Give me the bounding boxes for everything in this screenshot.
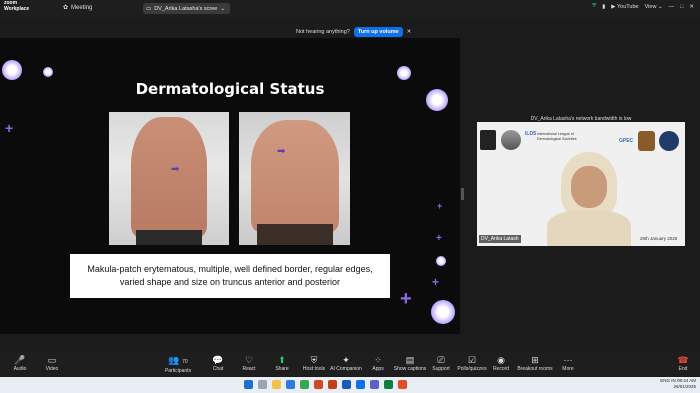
brand-line2: Workplace <box>4 5 30 12</box>
turn-up-volume-button[interactable]: Turn up volume <box>353 27 403 37</box>
file-explorer-icon[interactable] <box>272 380 281 389</box>
participants-label: Participants <box>164 368 192 374</box>
participant-video[interactable]: ILDS International League of Dermatologi… <box>477 122 685 246</box>
time-text: 08:44 AM <box>676 378 696 383</box>
end-button[interactable]: ☎ End <box>663 355 700 372</box>
host-tools-label: Host tools <box>302 366 326 372</box>
people-icon: 👥 70 <box>168 355 188 365</box>
lang-text: ENG <box>660 378 670 383</box>
youtube-label: YouTube <box>616 3 639 10</box>
participant-name-tag: DV_Arika Latash <box>479 235 521 243</box>
slide-caption: Makula-patch erytematous, multiple, well… <box>70 254 390 298</box>
more-button[interactable]: ⋯ More <box>548 355 588 372</box>
screen-share-label: DV_Arika Latasha's scree <box>154 5 218 12</box>
app-icon[interactable] <box>398 380 407 389</box>
minimize-icon[interactable]: — <box>669 4 675 10</box>
region-text: IN <box>671 378 676 383</box>
edge-icon[interactable] <box>286 380 295 389</box>
institution-logo <box>659 131 679 151</box>
face <box>571 166 607 208</box>
participant-count: 70 <box>182 359 188 365</box>
audio-label: Audio <box>13 366 27 372</box>
event-name: International League of Dermatological S… <box>537 132 577 141</box>
zoom-logo: zoom Workplace <box>4 0 30 12</box>
speaker-logo <box>501 130 521 150</box>
search-icon[interactable] <box>258 380 267 389</box>
maximize-icon[interactable]: □ <box>680 4 683 10</box>
word-icon[interactable] <box>342 380 351 389</box>
slide-title: Dermatological Status <box>135 80 325 98</box>
meeting-tab[interactable]: ✿ Meeting <box>63 4 93 12</box>
panel-resize-handle[interactable] <box>461 188 464 200</box>
support-label: Support <box>432 366 450 372</box>
torso-back <box>251 120 339 232</box>
chrome-icon[interactable] <box>300 380 309 389</box>
clock[interactable]: 08:44 AM 26/01/2025 <box>673 378 696 389</box>
arrow-marker-icon: ➡ <box>277 146 286 157</box>
screen-share-pill[interactable]: ▭ DV_Arika Latasha's scree ⌄ <box>143 3 230 14</box>
video-button[interactable]: ▭ Video <box>32 355 72 372</box>
excel-icon[interactable] <box>384 380 393 389</box>
zoom-taskbar-icon[interactable] <box>356 380 365 389</box>
clinical-photo-posterior: ➡ <box>239 112 350 245</box>
shoulders <box>547 210 631 246</box>
share-label: Share <box>275 366 289 372</box>
gpec-logo: GPEC <box>619 138 634 144</box>
plus-decoration-icon: + <box>400 288 412 310</box>
view-button[interactable]: View ⌄ <box>645 4 663 10</box>
system-tray: ENG IN 08:44 AM 26/01/2025 <box>660 378 696 390</box>
university-logo <box>480 130 496 150</box>
virus-decoration-icon <box>397 66 411 80</box>
youtube-control[interactable]: ▶ YouTube <box>611 4 638 10</box>
camera-icon: ▭ <box>47 355 57 365</box>
more-label: More <box>562 366 574 372</box>
start-icon[interactable] <box>244 380 253 389</box>
chat-label: Chat <box>212 366 224 372</box>
screen-icon: ▭ <box>146 5 152 12</box>
virus-decoration-icon <box>2 60 22 80</box>
notification-text: Not hearing anything? <box>296 29 350 35</box>
video-label: Video <box>45 366 59 372</box>
waistband-back <box>257 224 333 245</box>
view-label: View <box>644 3 657 10</box>
powerpoint-icon[interactable] <box>328 380 337 389</box>
plus-decoration-icon: + <box>5 120 14 136</box>
apps-label: Apps <box>372 366 384 372</box>
arrow-marker-icon: ➡ <box>171 164 180 175</box>
plus-decoration-icon: + <box>432 275 440 289</box>
close-icon[interactable]: ✕ <box>689 4 694 10</box>
record-label: Record <box>492 366 510 372</box>
react-label: React <box>242 366 256 372</box>
more-icon: ⋯ <box>563 355 573 365</box>
dismiss-icon[interactable]: ✕ <box>407 29 412 35</box>
virus-decoration-icon <box>436 256 446 266</box>
signal-icon[interactable]: ▮ <box>602 4 605 10</box>
paw-icon: ✿ <box>63 5 69 11</box>
chevron-down-icon: ⌄ <box>220 5 225 12</box>
video-date: 26th January 2025 <box>640 236 678 241</box>
crest-logo <box>638 131 655 151</box>
language-indicator[interactable]: ENG IN <box>660 378 676 383</box>
meeting-label: Meeting <box>71 4 93 11</box>
clinical-photo-anterior: ➡ <box>109 112 229 245</box>
top-right-controls: ⛨ ▮ ▶ YouTube View ⌄ — □ ✕ <box>592 3 694 10</box>
security-shield-icon[interactable]: ⛨ <box>592 3 596 10</box>
waistband-front <box>136 230 202 245</box>
ilds-logo: ILDS <box>525 131 537 137</box>
torso-front <box>131 117 207 237</box>
teams-icon[interactable] <box>370 380 379 389</box>
office-icon[interactable] <box>314 380 323 389</box>
plus-decoration-icon: + <box>437 201 443 211</box>
participants-button[interactable]: 👥 70 Participants <box>158 355 198 374</box>
audio-notification: Not hearing anything? Turn up volume ✕ <box>296 27 411 37</box>
end-call-icon: ☎ <box>677 355 689 365</box>
virus-decoration-icon <box>43 67 53 77</box>
end-label: End <box>678 366 688 372</box>
plus-decoration-icon: + <box>436 233 442 244</box>
virus-decoration-icon <box>431 300 455 324</box>
date-text: 26/01/2025 <box>673 384 696 389</box>
